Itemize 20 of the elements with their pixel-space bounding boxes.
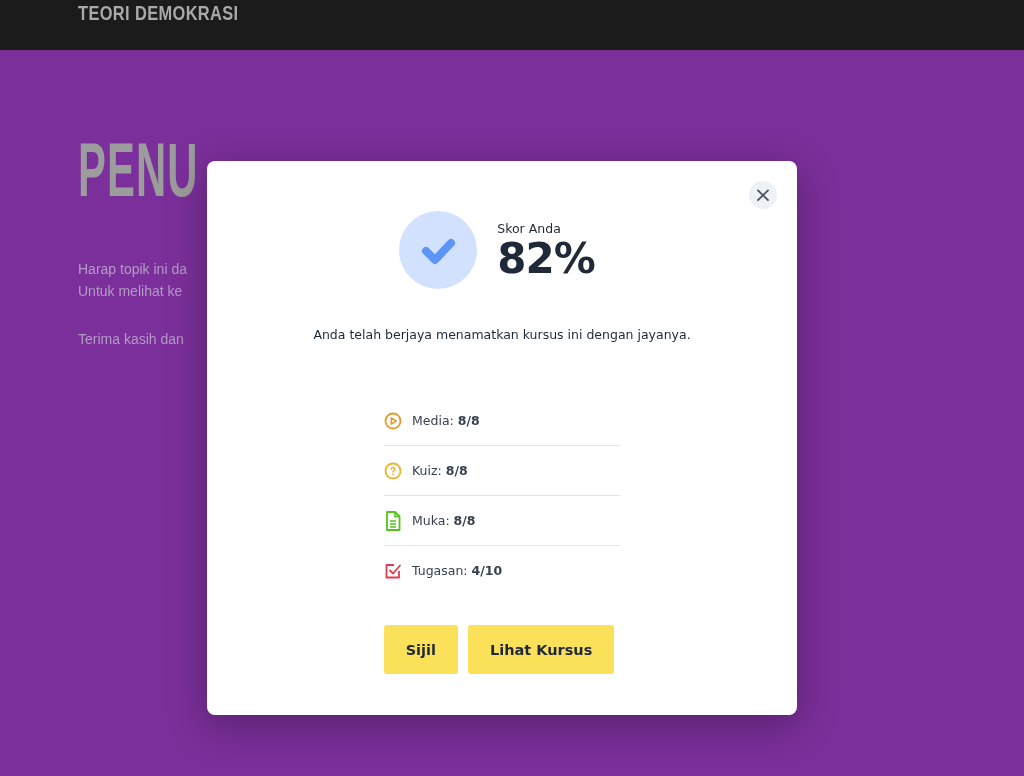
completion-message: Anda telah berjaya menamatkan kursus ini dengan jayanya. [312, 327, 692, 342]
action-button[interactable]: Lihat Kursus [468, 625, 615, 674]
action-button[interactable]: Sijil [383, 625, 458, 674]
stat-text: Tugasan: 4/10 [412, 563, 503, 578]
stat-text: Kuiz: 8/8 [412, 463, 468, 478]
paragraph-text: Terima kasih dan [78, 330, 184, 349]
play-icon [384, 411, 402, 430]
paragraph-text: Untuk melihat ke [78, 282, 183, 301]
check-circle-icon [399, 211, 478, 289]
score-value: 82% [497, 235, 595, 282]
score-label: Skor Anda [497, 220, 562, 236]
site-title: TEORI DEMOKRASI [78, 0, 239, 26]
stat-text: Media: 8/8 [412, 413, 480, 428]
close-button[interactable]: × [749, 181, 777, 209]
stat-text: Muka: 8/8 [412, 513, 476, 528]
checkbox-icon [384, 561, 402, 580]
document-icon [385, 510, 401, 531]
page-heading: PENU [78, 132, 199, 208]
question-icon [384, 461, 402, 480]
paragraph-text: Harap topik ini da [78, 260, 187, 279]
